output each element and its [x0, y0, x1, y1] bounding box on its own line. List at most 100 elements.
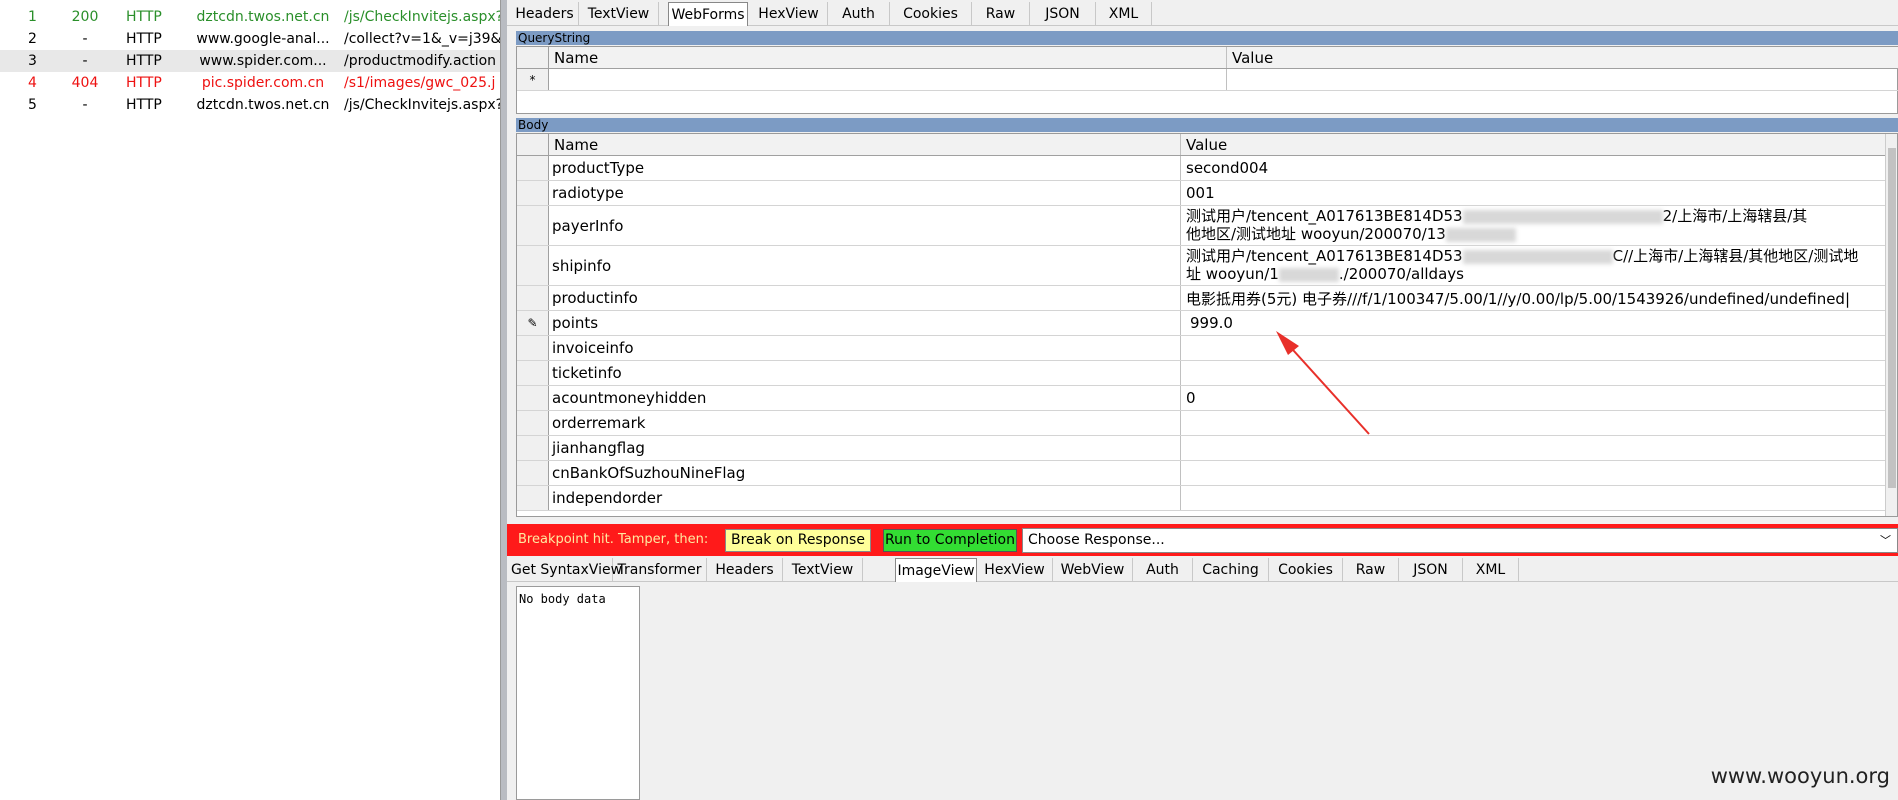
session-list[interactable]: JS 1 200 HTTP dztcdn.twos.net.cn /js/Che…	[0, 0, 500, 800]
field-value[interactable]: 测试用户/tencent_A017613BE814D53 C//上海市/上海辖县/…	[1184, 246, 1874, 285]
field-name: payerInfo	[551, 206, 1181, 245]
tab-xml[interactable]: XML	[1463, 558, 1519, 582]
tab-textview[interactable]: TextView	[783, 558, 863, 582]
body-grid-header: Name Value	[517, 134, 1897, 156]
panel-splitter[interactable]	[500, 0, 507, 800]
session-host: dztcdn.twos.net.cn	[196, 9, 330, 25]
value-line2-end: ./200070/alldays	[1338, 265, 1464, 283]
body-row[interactable]: productType second004	[517, 156, 1897, 181]
field-value[interactable]	[1184, 411, 1874, 435]
body-grid[interactable]: Name Value productType second004 radioty…	[516, 133, 1898, 517]
body-row[interactable]: cnBankOfSuzhouNineFlag	[517, 461, 1897, 486]
tab-auth[interactable]: Auth	[828, 2, 890, 26]
tab-hexview[interactable]: HexView	[750, 2, 828, 26]
session-result: -	[82, 31, 88, 47]
choose-response-dropdown[interactable]: Choose Response... ﹀	[1022, 528, 1898, 553]
body-row[interactable]: productinfo 电影抵用券(5元) 电子券///f/1/100347/5…	[517, 286, 1897, 311]
session-row-selected[interactable]: 3 - HTTP www.spider.com... /productmodif…	[0, 50, 500, 72]
tab-cookies[interactable]: Cookies	[890, 2, 972, 26]
column-name-header[interactable]: Name	[551, 47, 1227, 68]
body-row-editing[interactable]: ✎ points 999.0	[517, 311, 1897, 336]
redacted-text	[1278, 267, 1339, 282]
session-result: -	[82, 53, 88, 69]
field-value[interactable]	[1184, 436, 1874, 460]
body-row[interactable]: shipinfo 测试用户/tencent_A017613BE814D53 C//…	[517, 246, 1897, 286]
session-host: dztcdn.twos.net.cn	[196, 97, 330, 113]
body-row[interactable]: ticketinfo	[517, 361, 1897, 386]
field-name: ticketinfo	[551, 361, 1181, 385]
field-name: productinfo	[551, 286, 1181, 310]
column-name-header[interactable]: Name	[551, 134, 1181, 155]
session-row[interactable]: 5 - HTTP dztcdn.twos.net.cn /js/CheckInv…	[0, 94, 500, 116]
body-row[interactable]: invoiceinfo	[517, 336, 1897, 361]
tab-xml[interactable]: XML	[1096, 2, 1152, 26]
tab-imageview[interactable]: ImageView	[895, 558, 977, 582]
body-row[interactable]: payerInfo 测试用户/tencent_A017613BE814D53 2/…	[517, 206, 1897, 246]
tab-raw[interactable]: Raw	[972, 2, 1030, 26]
querystring-new-row[interactable]: *	[517, 69, 1898, 91]
watermark: www.wooyun.org	[1710, 764, 1890, 788]
break-on-response-button[interactable]: Break on Response	[725, 529, 871, 552]
field-value[interactable]: 001	[1184, 181, 1874, 205]
value-line2: 址 wooyun/1	[1186, 265, 1279, 283]
tab-json[interactable]: JSON	[1030, 2, 1096, 26]
field-value[interactable]: 电影抵用券(5元) 电子券///f/1/100347/5.00/1//y/0.0…	[1184, 286, 1874, 310]
field-name: invoiceinfo	[551, 336, 1181, 360]
tab-json[interactable]: JSON	[1399, 558, 1463, 582]
field-value[interactable]	[1184, 361, 1874, 385]
field-value[interactable]: second004	[1184, 156, 1874, 180]
redacted-text	[1462, 209, 1663, 224]
field-name: jianhangflag	[551, 436, 1181, 460]
column-value-header[interactable]: Value	[1230, 47, 1898, 68]
tab-transformer[interactable]: Transformer	[613, 558, 707, 582]
tab-get-syntaxview[interactable]: Get SyntaxView	[511, 558, 622, 582]
body-row[interactable]: radiotype 001	[517, 181, 1897, 206]
tab-caching[interactable]: Caching	[1193, 558, 1269, 582]
redacted-text	[1445, 227, 1516, 242]
field-value[interactable]: 测试用户/tencent_A017613BE814D53 2/上海市/上海辖县/其…	[1184, 206, 1874, 245]
body-row[interactable]: jianhangflag	[517, 436, 1897, 461]
tab-auth[interactable]: Auth	[1133, 558, 1193, 582]
querystring-grid-header: Name Value	[517, 47, 1898, 69]
redacted-text	[1462, 249, 1613, 264]
field-value[interactable]	[1184, 461, 1874, 485]
session-url: /js/CheckInvitejs.aspx?	[344, 97, 500, 113]
points-value-input[interactable]: 999.0	[1184, 311, 1874, 335]
tab-webforms[interactable]: WebForms	[668, 2, 748, 26]
session-url: /s1/images/gwc_025.j	[344, 75, 496, 91]
column-value-header[interactable]: Value	[1184, 134, 1874, 155]
value-line1-end: 2/上海市/上海辖县/其	[1662, 207, 1808, 225]
body-row[interactable]: orderremark	[517, 411, 1897, 436]
field-value[interactable]	[1184, 486, 1874, 510]
value-line1-end: C//上海市/上海辖县/其他地区/测试地	[1612, 247, 1859, 265]
tab-cookies[interactable]: Cookies	[1269, 558, 1343, 582]
new-row-name-cell[interactable]	[551, 69, 1227, 90]
tab-textview[interactable]: TextView	[579, 2, 659, 26]
response-body-box: No body data	[516, 586, 640, 800]
chevron-down-icon: ﹀	[1880, 534, 1891, 547]
tab-headers[interactable]: Headers	[511, 2, 579, 26]
field-value[interactable]	[1184, 336, 1874, 360]
tab-headers[interactable]: Headers	[707, 558, 783, 582]
session-row[interactable]: 4 404 HTTP pic.spider.com.cn /s1/images/…	[0, 72, 500, 94]
tab-webview[interactable]: WebView	[1053, 558, 1133, 582]
session-row[interactable]: JS 1 200 HTTP dztcdn.twos.net.cn /js/Che…	[0, 6, 500, 28]
field-value[interactable]: 0	[1184, 386, 1874, 410]
new-row-value-cell[interactable]	[1230, 69, 1898, 90]
field-name: radiotype	[551, 181, 1181, 205]
scrollbar-thumb[interactable]	[1888, 148, 1896, 488]
querystring-header: QueryString	[516, 31, 1898, 45]
run-to-completion-button[interactable]: Run to Completion	[883, 529, 1017, 552]
response-tab-bar: Get SyntaxView Transformer Headers TextV…	[507, 556, 1898, 582]
breakpoint-message: Breakpoint hit. Tamper, then:	[518, 532, 709, 547]
value-line1: 测试用户/tencent_A017613BE814D53	[1186, 207, 1463, 225]
querystring-grid[interactable]: Name Value *	[516, 46, 1898, 114]
body-grid-scrollbar[interactable]	[1885, 134, 1897, 516]
body-row[interactable]: independorder	[517, 486, 1897, 511]
tab-raw[interactable]: Raw	[1343, 558, 1399, 582]
no-body-text: No body data	[519, 592, 606, 606]
session-url: /collect?v=1&_v=j39&	[344, 31, 500, 47]
body-row[interactable]: acountmoneyhidden 0	[517, 386, 1897, 411]
tab-hexview[interactable]: HexView	[977, 558, 1053, 582]
session-row[interactable]: 2 - HTTP www.google-anal... /collect?v=1…	[0, 28, 500, 50]
